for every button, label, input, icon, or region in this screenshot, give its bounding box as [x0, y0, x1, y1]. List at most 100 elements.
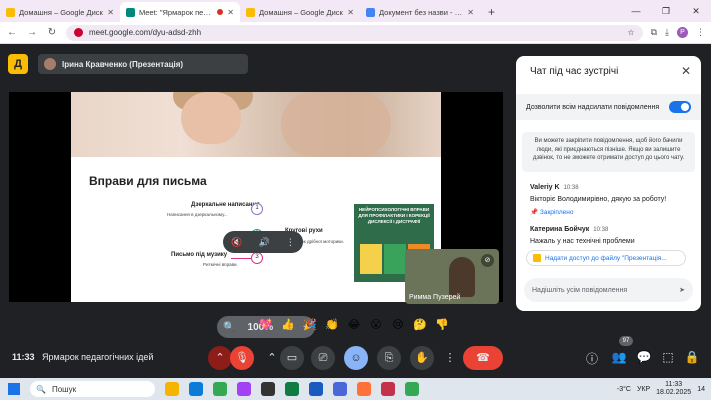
zoom-search-icon[interactable]: 🔍 — [223, 322, 235, 333]
tab-drive-1[interactable]: Домашня – Google Диск ✕ — [0, 2, 120, 22]
url-field[interactable]: meet.google.com/dyu-adsd-zhh ☆ — [66, 24, 643, 41]
extensions-icon[interactable]: ⧉ — [651, 27, 657, 38]
book-image — [384, 244, 406, 274]
reaction-party-icon[interactable]: 🎉 — [302, 318, 318, 336]
excel-icon[interactable] — [285, 382, 299, 396]
chat-icon[interactable]: 💬 — [636, 350, 652, 364]
activities-icon[interactable]: ⬚ — [660, 350, 676, 364]
connector-line — [231, 258, 251, 259]
share-file-chip[interactable]: Надати доступ до файлу "Презентація... — [526, 250, 686, 266]
close-icon[interactable]: ✕ — [467, 8, 474, 17]
tab-meet[interactable]: Meet: "Ярмарок педагогі ✕ — [120, 2, 240, 22]
new-tab-button[interactable]: + — [480, 2, 503, 22]
tab-drive-2[interactable]: Домашня – Google Диск ✕ — [240, 2, 360, 22]
download-icon[interactable]: ⤓ — [665, 27, 669, 38]
taskbar: 🔍 Пошук -3°C УКР 11:33 18.02.2025 14 — [0, 378, 711, 400]
reaction-clap-icon[interactable]: 👏 — [324, 318, 340, 336]
forward-icon[interactable]: → — [26, 27, 38, 38]
participant-tile[interactable]: ⊘ Римма Пузерей — [405, 249, 499, 304]
presenter-label: Ірина Кравченко (Презентація) — [38, 54, 248, 74]
item-sub-3: Ритмічні вправи. — [203, 262, 238, 267]
close-icon[interactable]: ✕ — [227, 8, 234, 17]
camera-button[interactable]: ▭ — [280, 346, 304, 370]
book-title: НЕЙРОПСИХОЛОГІЧНІ ВПРАВИ ДЛЯ ПРОФІЛАКТИК… — [358, 207, 430, 224]
zoom-icon[interactable] — [333, 382, 347, 396]
share-file-text: Надати доступ до файлу "Презентація... — [545, 254, 667, 262]
app-icon[interactable] — [261, 382, 275, 396]
close-window-icon[interactable]: ✕ — [681, 0, 711, 22]
allow-messages-toggle[interactable] — [669, 101, 691, 113]
reaction-surprised-icon[interactable]: 😮 — [368, 318, 384, 336]
present-button[interactable]: ⎘ — [377, 346, 401, 370]
emoji-button[interactable]: ☺ — [344, 346, 368, 370]
info-icon[interactable]: ⓘ — [584, 350, 600, 367]
chrome-active-icon[interactable] — [405, 382, 419, 396]
menu-icon[interactable]: ⋮ — [696, 27, 705, 38]
raise-hand-button[interactable]: ✋ — [410, 346, 434, 370]
participant-video — [449, 257, 475, 297]
message-time: 10:38 — [593, 227, 609, 233]
close-icon[interactable]: ✕ — [107, 8, 114, 17]
bookmark-star-icon[interactable]: ☆ — [627, 28, 634, 37]
windows-start-icon[interactable] — [8, 383, 20, 395]
app-icon[interactable] — [237, 382, 251, 396]
reload-icon[interactable]: ↻ — [46, 27, 58, 38]
reaction-thinking-icon[interactable]: 🤔 — [412, 318, 428, 336]
site-info-icon[interactable] — [74, 28, 83, 37]
item-label-3: Письмо під музику — [171, 252, 228, 258]
clock[interactable]: 11:33 18.02.2025 — [656, 381, 691, 398]
word-icon[interactable] — [309, 382, 323, 396]
reactions-bar: 💖 👍 🎉 👏 😂 😮 😢 🤔 👎 — [258, 318, 450, 336]
maximize-icon[interactable]: ❐ — [651, 0, 681, 22]
photo-child — [181, 92, 241, 144]
edge-icon[interactable] — [189, 382, 203, 396]
message-text: Нажаль у нас технічні проблеми — [530, 238, 635, 245]
close-icon[interactable]: ✕ — [347, 8, 354, 17]
file-explorer-icon[interactable] — [165, 382, 179, 396]
tab-docs[interactable]: Документ без назви - Google ✕ — [360, 2, 480, 22]
send-icon[interactable]: ➤ — [679, 286, 685, 294]
profile-avatar[interactable]: P — [677, 27, 688, 38]
more-options-icon[interactable]: ⋮ — [286, 237, 295, 248]
message-input[interactable]: Надішліть усім повідомлення ➤ — [524, 278, 693, 302]
chat-message: Valeriy K 10:38 — [530, 184, 579, 191]
volume-icon[interactable]: 🔊 — [259, 237, 270, 248]
address-bar: ← → ↻ meet.google.com/dyu-adsd-zhh ☆ ⧉ ⤓… — [0, 22, 711, 44]
url-text: meet.google.com/dyu-adsd-zhh — [89, 28, 202, 37]
reaction-laugh-icon[interactable]: 😂 — [346, 318, 362, 336]
taskbar-search[interactable]: 🔍 Пошук — [30, 381, 155, 397]
meet-icon — [126, 7, 135, 17]
audio-options-button[interactable]: ⌃ — [208, 346, 232, 370]
close-icon[interactable]: ✕ — [681, 64, 691, 78]
captions-button[interactable]: ⎚ — [311, 346, 335, 370]
meeting-time: 11:33 — [12, 352, 35, 362]
reaction-thumbs-down-icon[interactable]: 👎 — [434, 318, 450, 336]
allow-messages-label: Дозволити всім надсилати повідомлення — [526, 103, 660, 111]
message-text: Вікторіє Володимирівно, дякую за роботу! — [530, 196, 667, 203]
mute-presentation-icon[interactable]: 🔇 — [231, 237, 242, 248]
reaction-sad-icon[interactable]: 😢 — [390, 318, 406, 336]
powerpoint-icon[interactable] — [381, 382, 395, 396]
notification-count[interactable]: 14 — [697, 386, 705, 393]
people-icon[interactable]: 👥 — [611, 350, 627, 364]
slides-icon — [533, 254, 541, 262]
mic-off-icon: ⊘ — [481, 254, 494, 267]
firefox-icon[interactable] — [357, 382, 371, 396]
host-controls-icon[interactable]: 🔒 — [684, 350, 700, 364]
meeting-name: Ярмарок педагогічних ідей — [42, 352, 154, 362]
tab-title: Документ без назви - Google — [379, 7, 463, 17]
slide: Вправи для письма Дзеркальне написання Н… — [71, 92, 441, 302]
photo-blur — [281, 92, 391, 157]
back-icon[interactable]: ← — [6, 27, 18, 38]
more-options-button[interactable]: ⋮ — [442, 346, 458, 370]
minimize-icon[interactable]: — — [621, 0, 651, 22]
presenter-name: Ірина Кравченко (Презентація) — [62, 59, 184, 69]
language-indicator[interactable]: УКР — [637, 386, 650, 393]
reaction-heart-icon[interactable]: 💖 — [258, 318, 274, 336]
recording-dot-icon — [217, 9, 224, 15]
reaction-thumbs-up-icon[interactable]: 👍 — [280, 318, 296, 336]
chrome-icon[interactable] — [213, 382, 227, 396]
leave-call-button[interactable]: ☎ — [463, 346, 503, 370]
meet-window: Д Ірина Кравченко (Презентація) Вправи д… — [0, 44, 711, 378]
mic-off-button[interactable]: 🎙 — [230, 346, 254, 370]
